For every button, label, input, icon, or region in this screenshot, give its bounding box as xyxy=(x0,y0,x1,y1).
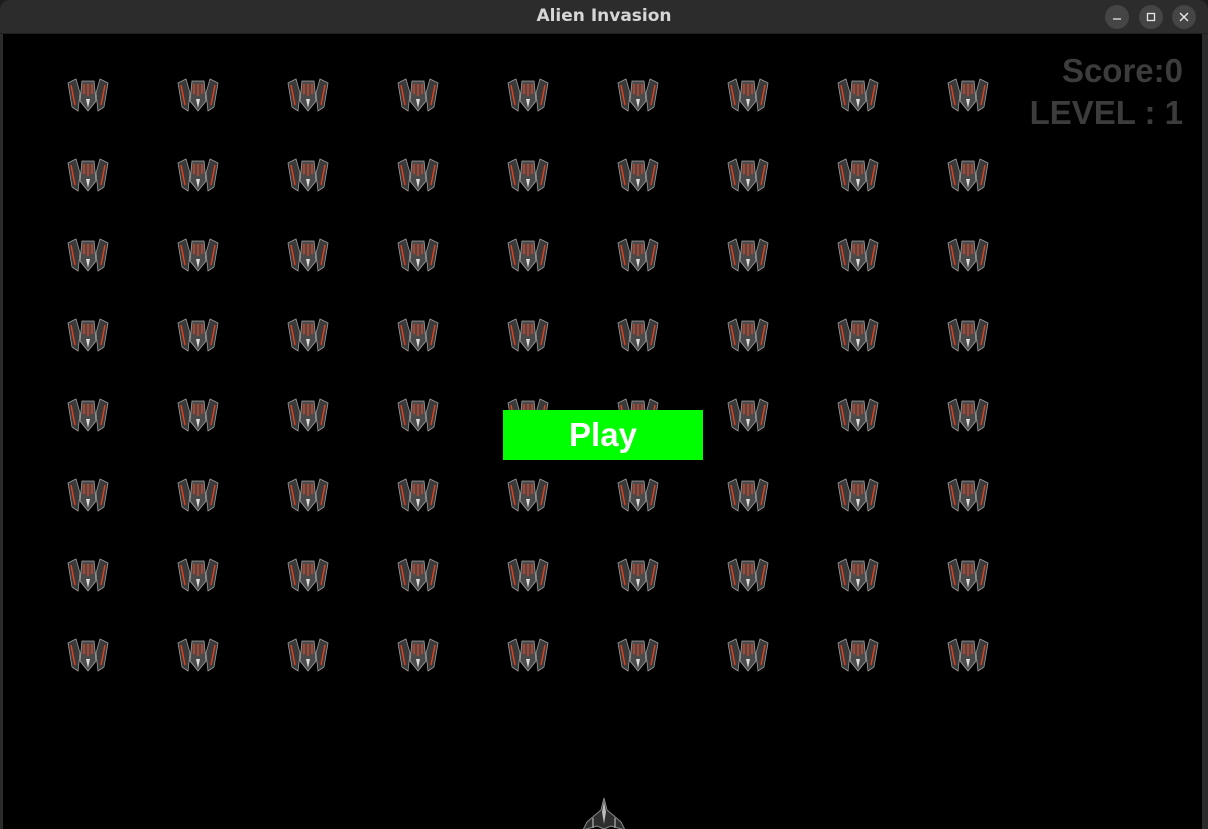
maximize-icon xyxy=(1146,12,1156,22)
close-button[interactable] xyxy=(1172,5,1196,29)
alien-ship-icon xyxy=(396,157,440,193)
alien-ship-icon xyxy=(176,237,220,273)
alien-ship-icon xyxy=(396,557,440,593)
game-window: Alien Invasion Score:0 LEVEL : 1 Play xyxy=(0,0,1208,829)
alien-ship-icon xyxy=(726,157,770,193)
alien-ship-icon xyxy=(66,157,110,193)
alien-ship-icon xyxy=(616,157,660,193)
alien-ship-icon xyxy=(286,557,330,593)
alien-ship-icon xyxy=(726,317,770,353)
alien-fleet xyxy=(3,34,1202,734)
player-ship-icon xyxy=(581,796,627,829)
alien-ship-icon xyxy=(176,157,220,193)
alien-ship-icon xyxy=(176,557,220,593)
play-button[interactable]: Play xyxy=(503,410,703,460)
alien-ship-icon xyxy=(66,637,110,673)
alien-ship-icon xyxy=(286,477,330,513)
alien-ship-icon xyxy=(286,317,330,353)
alien-ship-icon xyxy=(946,237,990,273)
alien-ship-icon xyxy=(726,397,770,433)
minimize-button[interactable] xyxy=(1105,5,1129,29)
close-icon xyxy=(1179,12,1189,22)
alien-ship-icon xyxy=(836,77,880,113)
alien-ship-icon xyxy=(506,317,550,353)
alien-ship-icon xyxy=(286,157,330,193)
alien-ship-icon xyxy=(726,637,770,673)
maximize-button[interactable] xyxy=(1139,5,1163,29)
alien-ship-icon xyxy=(616,477,660,513)
alien-ship-icon xyxy=(616,77,660,113)
alien-ship-icon xyxy=(66,237,110,273)
alien-ship-icon xyxy=(836,317,880,353)
alien-ship-icon xyxy=(286,77,330,113)
window-title: Alien Invasion xyxy=(536,6,672,26)
alien-ship-icon xyxy=(396,397,440,433)
alien-ship-icon xyxy=(506,77,550,113)
alien-ship-icon xyxy=(396,237,440,273)
alien-ship-icon xyxy=(726,77,770,113)
alien-ship-icon xyxy=(946,477,990,513)
alien-ship-icon xyxy=(616,557,660,593)
alien-ship-icon xyxy=(616,637,660,673)
alien-ship-icon xyxy=(506,557,550,593)
alien-ship-icon xyxy=(946,77,990,113)
alien-ship-icon xyxy=(286,237,330,273)
alien-ship-icon xyxy=(946,637,990,673)
alien-ship-icon xyxy=(836,237,880,273)
alien-ship-icon xyxy=(66,557,110,593)
alien-ship-icon xyxy=(946,397,990,433)
alien-ship-icon xyxy=(66,77,110,113)
alien-ship-icon xyxy=(176,397,220,433)
alien-ship-icon xyxy=(506,157,550,193)
alien-ship-icon xyxy=(396,317,440,353)
alien-ship-icon xyxy=(396,77,440,113)
alien-ship-icon xyxy=(506,637,550,673)
alien-ship-icon xyxy=(396,637,440,673)
alien-ship-icon xyxy=(616,237,660,273)
alien-ship-icon xyxy=(66,397,110,433)
alien-ship-icon xyxy=(616,317,660,353)
alien-ship-icon xyxy=(176,477,220,513)
alien-ship-icon xyxy=(396,477,440,513)
alien-ship-icon xyxy=(836,157,880,193)
alien-ship-icon xyxy=(66,477,110,513)
alien-ship-icon xyxy=(726,477,770,513)
alien-ship-icon xyxy=(66,317,110,353)
alien-ship-icon xyxy=(836,637,880,673)
minimize-icon xyxy=(1113,18,1121,20)
alien-ship-icon xyxy=(836,477,880,513)
alien-ship-icon xyxy=(836,557,880,593)
alien-ship-icon xyxy=(176,77,220,113)
alien-ship-icon xyxy=(506,237,550,273)
alien-ship-icon xyxy=(176,637,220,673)
alien-ship-icon xyxy=(946,157,990,193)
game-canvas[interactable]: Score:0 LEVEL : 1 Play xyxy=(3,34,1202,829)
alien-ship-icon xyxy=(176,317,220,353)
alien-ship-icon xyxy=(726,557,770,593)
alien-ship-icon xyxy=(286,637,330,673)
alien-ship-icon xyxy=(726,237,770,273)
alien-ship-icon xyxy=(506,477,550,513)
alien-ship-icon xyxy=(946,317,990,353)
title-bar[interactable]: Alien Invasion xyxy=(0,0,1208,34)
alien-ship-icon xyxy=(836,397,880,433)
alien-ship-icon xyxy=(286,397,330,433)
alien-ship-icon xyxy=(946,557,990,593)
